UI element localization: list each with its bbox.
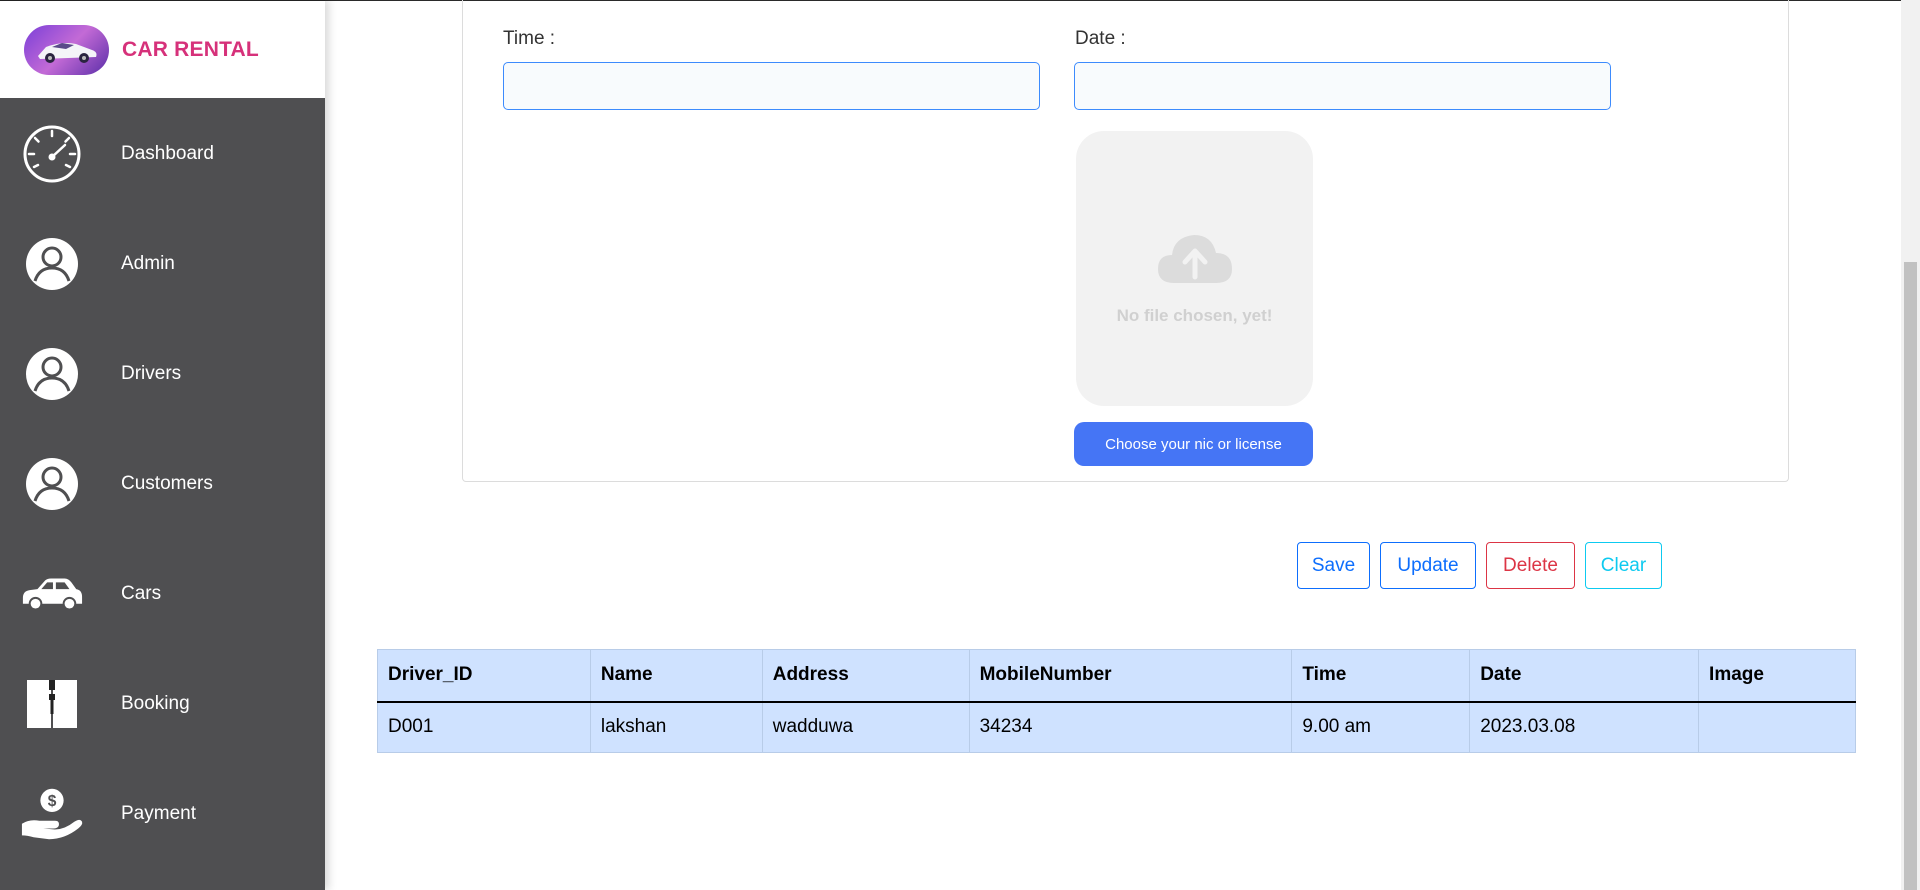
- sidebar-item-label: Booking: [121, 693, 190, 714]
- sidebar-item-cars[interactable]: Cars: [0, 539, 325, 649]
- main-content: Time : Date : No file chosen, yet! Choos…: [325, 0, 1895, 890]
- brand-name: CAR RENTAL: [122, 37, 259, 61]
- cell-time: 9.00 am: [1291, 701, 1470, 753]
- sidebar-item-dashboard[interactable]: Dashboard: [0, 99, 325, 209]
- book-icon: [20, 674, 84, 734]
- payment-hand-icon: $: [20, 784, 84, 844]
- upload-placeholder-text: No file chosen, yet!: [1116, 306, 1273, 325]
- column-header-date[interactable]: Date: [1469, 649, 1699, 703]
- cell-address: wadduwa: [761, 701, 970, 753]
- column-header-image[interactable]: Image: [1698, 649, 1856, 703]
- car-logo-icon: [24, 24, 109, 75]
- sidebar-item-booking[interactable]: Booking: [0, 649, 325, 759]
- sidebar: CAR RENTAL Dashboard Admin Drivers Custo…: [0, 0, 325, 890]
- column-header-name[interactable]: Name: [589, 649, 763, 703]
- svg-text:$: $: [48, 793, 57, 810]
- sidebar-item-payment[interactable]: $ Payment: [0, 759, 325, 869]
- brand[interactable]: CAR RENTAL: [0, 0, 325, 98]
- update-button[interactable]: Update: [1380, 542, 1476, 589]
- date-label: Date :: [1075, 28, 1126, 49]
- cloud-upload-icon: [1154, 227, 1236, 290]
- cell-date: 2023.03.08: [1469, 701, 1699, 753]
- vertical-scrollbar[interactable]: [1901, 0, 1920, 890]
- sidebar-item-label: Admin: [121, 253, 175, 274]
- car-icon: [20, 564, 84, 624]
- sidebar-item-label: Customers: [121, 473, 213, 494]
- date-input[interactable]: [1074, 62, 1611, 110]
- cell-mobile-number: 34234: [968, 701, 1292, 753]
- column-header-time[interactable]: Time: [1291, 649, 1470, 703]
- driver-form-card: Time : Date : No file chosen, yet! Choos…: [462, 0, 1789, 482]
- user-icon: [20, 344, 84, 404]
- time-input[interactable]: [503, 62, 1040, 110]
- column-header-address[interactable]: Address: [761, 649, 970, 703]
- cell-name: lakshan: [589, 701, 763, 753]
- user-icon: [20, 234, 84, 294]
- user-icon: [20, 454, 84, 514]
- choose-file-button[interactable]: Choose your nic or license: [1074, 422, 1313, 466]
- sidebar-item-label: Drivers: [121, 363, 182, 384]
- file-upload-area[interactable]: No file chosen, yet!: [1076, 131, 1313, 406]
- save-button[interactable]: Save: [1297, 542, 1370, 589]
- cell-driver-id: D001: [377, 701, 591, 753]
- table-row[interactable]: D001 lakshan wadduwa 34234 9.00 am 2023.…: [377, 701, 1856, 753]
- column-header-mobile-number[interactable]: MobileNumber: [968, 649, 1292, 703]
- sidebar-item-label: Payment: [121, 803, 196, 824]
- speedometer-icon: [20, 124, 84, 184]
- sidebar-item-customers[interactable]: Customers: [0, 429, 325, 539]
- sidebar-item-label: Cars: [121, 583, 162, 604]
- cell-image: [1698, 701, 1856, 753]
- sidebar-item-admin[interactable]: Admin: [0, 209, 325, 319]
- sidebar-item-label: Dashboard: [121, 143, 214, 164]
- table-header-row: Driver_ID Name Address MobileNumber Time…: [377, 649, 1856, 703]
- scrollbar-thumb[interactable]: [1904, 262, 1917, 890]
- sidebar-item-drivers[interactable]: Drivers: [0, 319, 325, 429]
- drivers-table: Driver_ID Name Address MobileNumber Time…: [377, 649, 1856, 753]
- clear-button[interactable]: Clear: [1585, 542, 1662, 589]
- time-label: Time :: [503, 28, 556, 49]
- delete-button[interactable]: Delete: [1486, 542, 1575, 589]
- column-header-driver-id[interactable]: Driver_ID: [377, 649, 591, 703]
